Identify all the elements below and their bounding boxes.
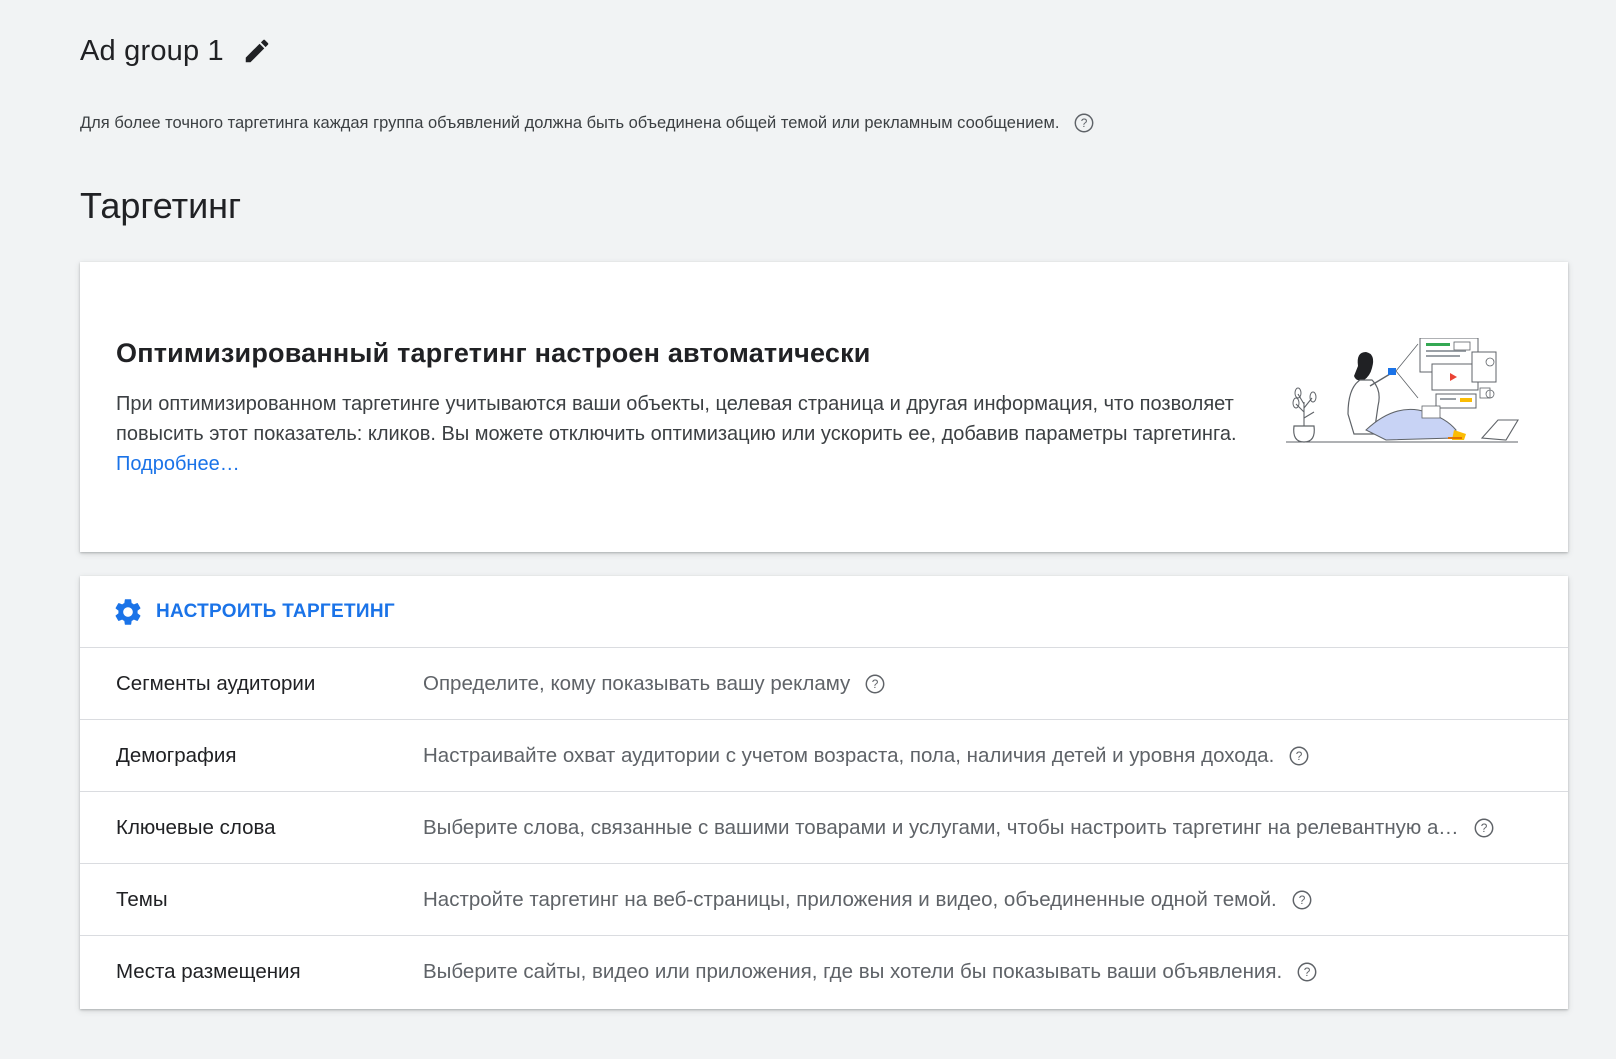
targeting-row-audience-segments[interactable]: Сегменты аудитории Определите, кому пока… bbox=[80, 648, 1568, 720]
targeting-row-topics[interactable]: Темы Настройте таргетинг на веб-страницы… bbox=[80, 864, 1568, 936]
targeting-settings-card: НАСТРОИТЬ ТАРГЕТИНГ Сегменты аудитории О… bbox=[80, 576, 1568, 1009]
ad-group-header: Ad group 1 bbox=[80, 34, 274, 68]
targeting-row-placements[interactable]: Места размещения Выберите сайты, видео и… bbox=[80, 936, 1568, 1007]
help-circle-icon[interactable]: ? bbox=[1073, 112, 1095, 134]
configure-targeting-button[interactable]: НАСТРОИТЬ ТАРГЕТИНГ bbox=[80, 576, 1568, 648]
help-circle-icon[interactable]: ? bbox=[1473, 817, 1495, 839]
targeting-row-description: Выберите слова, связанные с вашими товар… bbox=[423, 816, 1495, 840]
help-circle-icon[interactable]: ? bbox=[1296, 961, 1318, 983]
ad-group-hint: Для более точного таргетинга каждая груп… bbox=[80, 112, 1095, 134]
person-with-ads-illustration bbox=[1286, 337, 1526, 453]
help-circle-icon[interactable]: ? bbox=[1288, 745, 1310, 767]
targeting-row-name: Темы bbox=[116, 887, 168, 911]
targeting-row-demographics[interactable]: Демография Настраивайте охват аудитории … bbox=[80, 720, 1568, 792]
description-text: Выберите слова, связанные с вашими товар… bbox=[423, 815, 1459, 839]
targeting-row-name: Ключевые слова bbox=[116, 815, 276, 839]
targeting-row-description: Настраивайте охват аудитории с учетом во… bbox=[423, 744, 1310, 768]
ad-group-title: Ad group 1 bbox=[80, 34, 224, 67]
svg-text:?: ? bbox=[1298, 893, 1305, 907]
targeting-row-description: Настройте таргетинг на веб-страницы, при… bbox=[423, 888, 1313, 912]
description-text: Определите, кому показывать вашу рекламу bbox=[423, 671, 851, 695]
optimized-targeting-heading: Оптимизированный таргетинг настроен авто… bbox=[116, 338, 871, 368]
targeting-row-name: Демография bbox=[116, 743, 237, 767]
description-text: Настройте таргетинг на веб-страницы, при… bbox=[423, 887, 1277, 911]
targeting-row-description: Определите, кому показывать вашу рекламу… bbox=[423, 672, 886, 696]
targeting-row-name: Места размещения bbox=[116, 959, 301, 983]
svg-text:?: ? bbox=[872, 677, 879, 691]
description-text: Настраивайте охват аудитории с учетом во… bbox=[423, 743, 1275, 767]
help-circle-icon[interactable]: ? bbox=[864, 673, 886, 695]
targeting-row-description: Выберите сайты, видео или приложения, гд… bbox=[423, 960, 1318, 984]
configure-targeting-label: НАСТРОИТЬ ТАРГЕТИНГ bbox=[156, 600, 395, 622]
help-circle-icon[interactable]: ? bbox=[1291, 889, 1313, 911]
pencil-icon bbox=[245, 39, 269, 63]
ad-group-hint-text: Для более точного таргетинга каждая груп… bbox=[80, 113, 1060, 132]
description-text: Выберите сайты, видео или приложения, гд… bbox=[423, 959, 1283, 983]
svg-text:?: ? bbox=[1081, 116, 1088, 130]
svg-text:?: ? bbox=[1296, 749, 1303, 763]
targeting-row-keywords[interactable]: Ключевые слова Выберите слова, связанные… bbox=[80, 792, 1568, 864]
optimized-targeting-body-text: При оптимизированном таргетинге учитываю… bbox=[116, 393, 1237, 445]
optimized-targeting-card: Оптимизированный таргетинг настроен авто… bbox=[80, 262, 1568, 552]
targeting-row-name: Сегменты аудитории bbox=[116, 671, 316, 695]
section-title-targeting: Таргетинг bbox=[80, 185, 242, 226]
learn-more-link[interactable]: Подробнее… bbox=[116, 453, 240, 475]
gear-icon bbox=[115, 598, 141, 625]
svg-text:?: ? bbox=[1481, 821, 1488, 835]
edit-ad-group-name-button[interactable] bbox=[240, 34, 274, 68]
optimized-targeting-description: При оптимизированном таргетинге учитываю… bbox=[116, 389, 1256, 479]
svg-text:?: ? bbox=[1304, 965, 1311, 979]
